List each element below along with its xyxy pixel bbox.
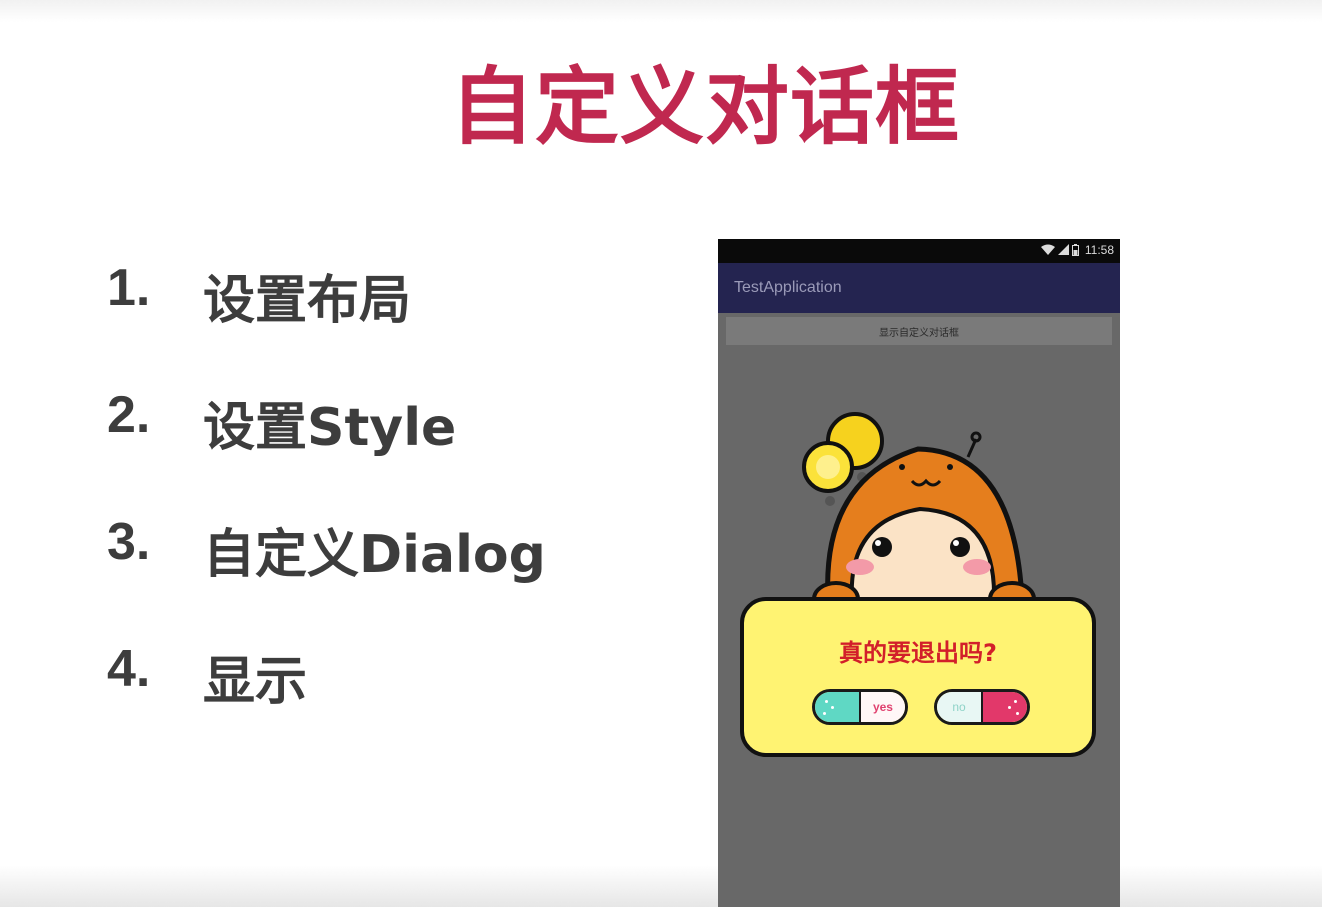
step-text: 显示: [203, 652, 308, 712]
yes-button[interactable]: yes: [812, 689, 908, 725]
phone-screenshot: 11:58 TestApplication 显示自定义对话框 真的要退出吗? y…: [718, 239, 1120, 907]
mascot-illustration: [802, 412, 1036, 609]
step-number: 2.: [107, 386, 151, 444]
status-icons: 11:58: [1040, 243, 1114, 257]
step-text: 设置布局: [203, 271, 412, 331]
no-label: no: [937, 692, 982, 722]
app-bar: TestApplication: [718, 263, 1120, 313]
step-number: 4.: [107, 640, 151, 698]
dialog-message: 真的要退出吗?: [839, 639, 997, 667]
signal-icon: [1057, 244, 1069, 255]
step-number: 3.: [107, 513, 151, 571]
wifi-icon: [1040, 244, 1055, 255]
custom-dialog: 真的要退出吗? yes no: [740, 597, 1096, 757]
app-title: TestApplication: [734, 279, 842, 296]
step-text: 设置Style: [203, 398, 457, 458]
slide-title: 自定义对话框: [449, 58, 960, 156]
yes-pill-left: [815, 692, 860, 722]
step-text: 自定义Dialog: [203, 525, 546, 585]
status-time: 11:58: [1084, 243, 1114, 257]
no-pill-right: [982, 692, 1027, 722]
status-bar: 11:58: [718, 239, 1120, 263]
no-button[interactable]: no: [934, 689, 1030, 725]
battery-icon: [1071, 244, 1079, 256]
show-dialog-button[interactable]: 显示自定义对话框: [726, 317, 1112, 345]
yes-label: yes: [860, 692, 905, 722]
step-number: 1.: [107, 259, 151, 317]
